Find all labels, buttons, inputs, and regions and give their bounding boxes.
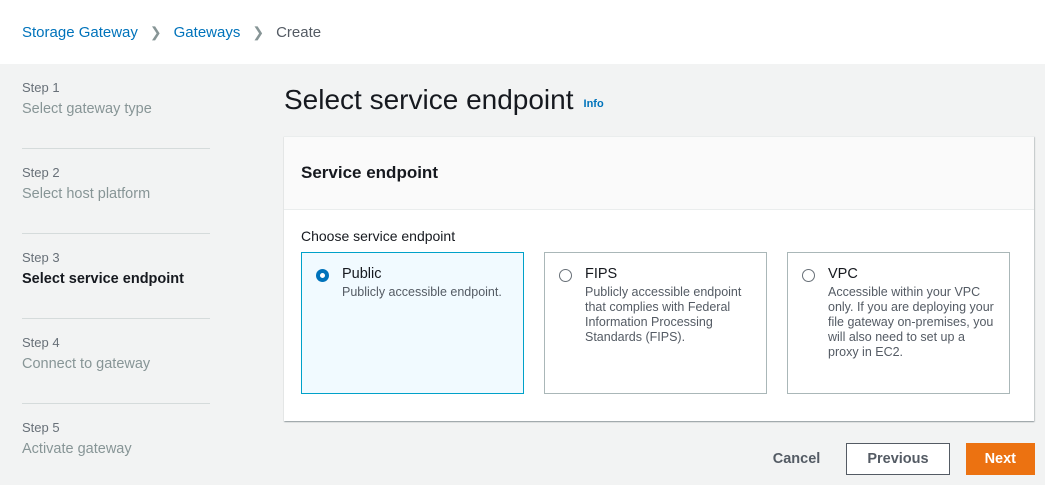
option-description: Publicly accessible endpoint. <box>342 285 502 299</box>
breadcrumb-gateways[interactable]: Gateways <box>174 24 241 41</box>
step-2: Step 2 Select host platform <box>22 149 210 234</box>
step-title: Activate gateway <box>22 441 132 457</box>
endpoint-tiles: Public Publicly accessible endpoint. FIP… <box>301 252 1017 394</box>
step-4: Step 4 Connect to gateway <box>22 319 210 404</box>
breadcrumb-current: Create <box>276 23 322 41</box>
radio-unselected-icon[interactable] <box>559 269 572 282</box>
step-title: Select service endpoint <box>22 271 184 287</box>
option-label: VPC <box>828 266 858 282</box>
step-number: Step 1 <box>22 80 60 95</box>
page-title: Select service endpoint <box>284 84 574 115</box>
step-number: Step 3 <box>22 250 60 265</box>
endpoint-option-fips[interactable]: FIPS Publicly accessible endpoint that c… <box>544 252 767 394</box>
wizard-actions: Cancel Previous Next <box>770 442 1035 476</box>
endpoint-option-public[interactable]: Public Publicly accessible endpoint. <box>301 252 524 394</box>
endpoint-option-vpc[interactable]: VPC Accessible within your VPC only. If … <box>787 252 1010 394</box>
option-label: Public <box>342 266 382 282</box>
info-link[interactable]: Info <box>584 98 604 110</box>
step-1: Step 1 Select gateway type <box>22 64 210 149</box>
panel-title: Service endpoint <box>301 163 438 182</box>
breadcrumb: Storage Gateway ❯ Gateways ❯ Create <box>0 0 1045 64</box>
page-header: Select service endpoint Info <box>284 64 1034 136</box>
next-button[interactable]: Next <box>965 443 1035 475</box>
panel-body: Choose service endpoint Public Publicly … <box>284 210 1034 421</box>
main-content: Select service endpoint Info Service end… <box>284 64 1034 421</box>
step-title: Connect to gateway <box>22 356 151 372</box>
step-5: Step 5 Activate gateway <box>22 404 210 485</box>
panel-header: Service endpoint <box>284 137 1034 210</box>
radio-unselected-icon[interactable] <box>802 269 815 282</box>
step-title: Select host platform <box>22 186 151 202</box>
option-label: FIPS <box>585 266 618 282</box>
chevron-right-icon: ❯ <box>149 23 162 40</box>
breadcrumb-storage-gateway[interactable]: Storage Gateway <box>22 24 138 41</box>
option-description: Publicly accessible endpoint that compli… <box>585 285 742 344</box>
previous-button[interactable]: Previous <box>846 443 950 475</box>
step-title: Select gateway type <box>22 101 152 117</box>
wizard-steps: Step 1 Select gateway type Step 2 Select… <box>22 64 210 485</box>
step-number: Step 4 <box>22 335 60 350</box>
page: Storage Gateway ❯ Gateways ❯ Create Step… <box>0 0 1045 485</box>
option-description: Accessible within your VPC only. If you … <box>828 285 994 359</box>
service-endpoint-panel: Service endpoint Choose service endpoint… <box>284 136 1034 421</box>
step-3: Step 3 Select service endpoint <box>22 234 210 319</box>
radio-selected-icon[interactable] <box>316 269 329 282</box>
field-label: Choose service endpoint <box>301 228 456 244</box>
chevron-right-icon: ❯ <box>252 23 265 40</box>
cancel-button[interactable]: Cancel <box>773 451 821 467</box>
step-number: Step 2 <box>22 165 60 180</box>
step-number: Step 5 <box>22 420 60 435</box>
